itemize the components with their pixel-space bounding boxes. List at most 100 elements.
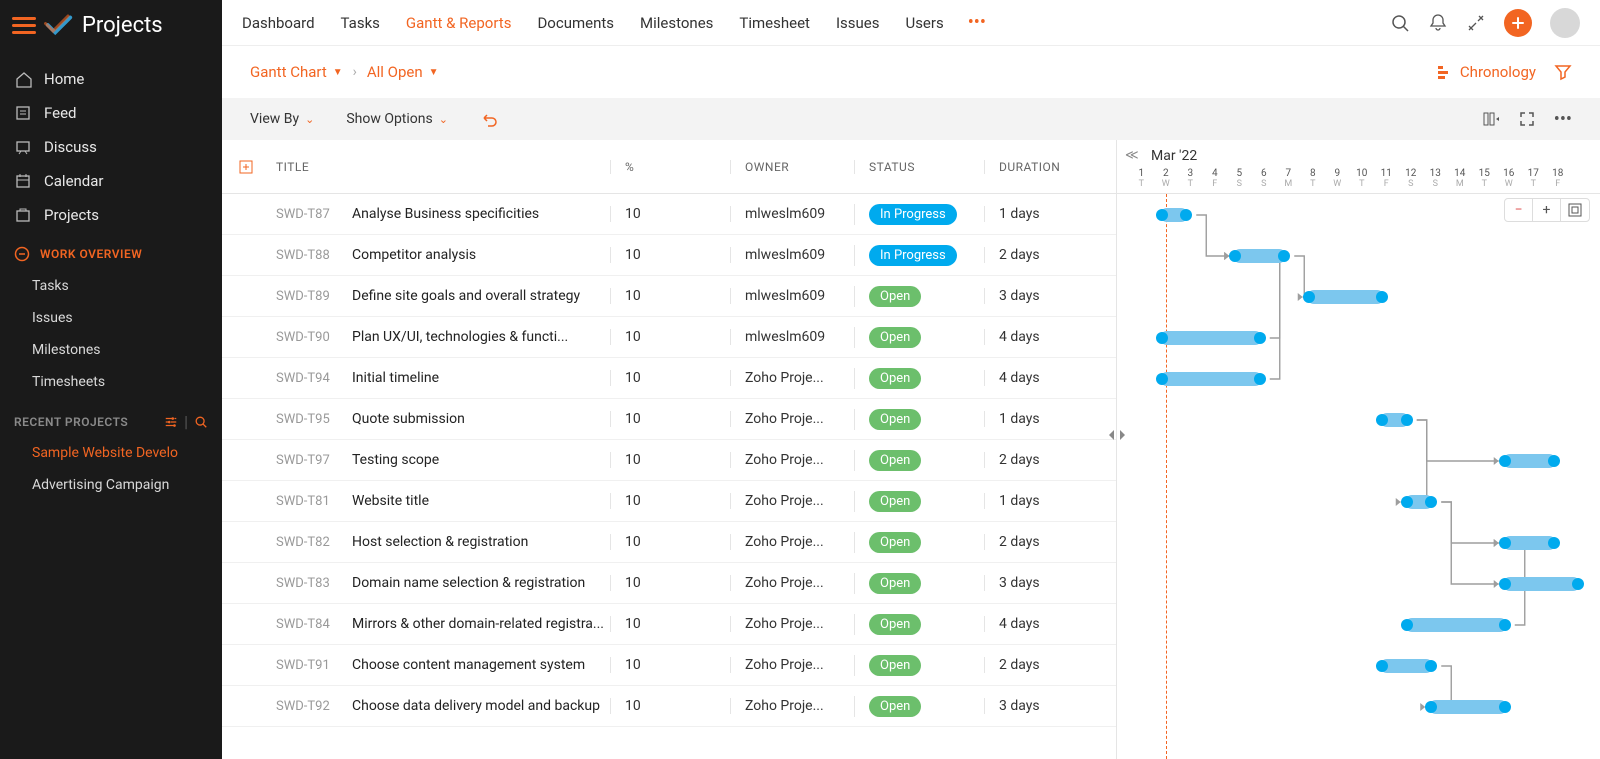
recent-project[interactable]: Sample Website Develo bbox=[0, 437, 222, 469]
view-by-dropdown[interactable]: View By ⌄ bbox=[250, 111, 314, 127]
work-overview-header[interactable]: WORK OVERVIEW bbox=[0, 232, 222, 270]
sidebar-header: Projects bbox=[0, 0, 222, 50]
col-owner-header[interactable]: OWNER bbox=[730, 160, 854, 174]
avatar[interactable] bbox=[1550, 8, 1580, 38]
nav-item-home[interactable]: Home bbox=[0, 62, 222, 96]
col-pct-header[interactable]: % bbox=[610, 160, 730, 174]
search-small-icon[interactable] bbox=[194, 415, 208, 429]
table-row[interactable]: SWD-T81Website title10Zoho Proje...Open1… bbox=[222, 481, 1116, 522]
table-row[interactable]: SWD-T89Define site goals and overall str… bbox=[222, 276, 1116, 317]
task-duration: 3 days bbox=[984, 698, 1104, 714]
gantt-bar[interactable] bbox=[1429, 700, 1507, 714]
gantt-bar[interactable] bbox=[1380, 659, 1433, 673]
filter-icon[interactable] bbox=[1554, 63, 1572, 81]
tab-tasks[interactable]: Tasks bbox=[341, 14, 380, 32]
nav-icon bbox=[14, 138, 32, 156]
status-badge: Open bbox=[869, 696, 921, 717]
expand-all-icon[interactable] bbox=[238, 159, 254, 175]
gantt-type-dropdown[interactable]: Gantt Chart ▼ bbox=[250, 63, 343, 81]
gantt-bar[interactable] bbox=[1160, 331, 1262, 345]
fullscreen-icon[interactable] bbox=[1518, 110, 1536, 128]
gantt-bar[interactable] bbox=[1503, 454, 1556, 468]
status-badge: Open bbox=[869, 327, 921, 348]
tab-issues[interactable]: Issues bbox=[836, 14, 880, 32]
zoom-in-button[interactable]: + bbox=[1533, 199, 1561, 221]
table-row[interactable]: SWD-T84Mirrors & other domain-related re… bbox=[222, 604, 1116, 645]
gantt-prev-icon[interactable]: ≪ bbox=[1125, 148, 1139, 163]
gantt-bar[interactable] bbox=[1405, 618, 1507, 632]
tab-documents[interactable]: Documents bbox=[537, 14, 614, 32]
table-row[interactable]: SWD-T83Domain name selection & registrat… bbox=[222, 563, 1116, 604]
collapse-cols-icon[interactable] bbox=[1482, 110, 1500, 128]
gantt-bar[interactable] bbox=[1503, 577, 1581, 591]
grid-body[interactable]: SWD-T87Analyse Business specificities10m… bbox=[222, 194, 1116, 759]
hamburger-icon[interactable] bbox=[12, 13, 36, 37]
search-icon[interactable] bbox=[1390, 13, 1410, 33]
gantt-body[interactable]: − + bbox=[1117, 194, 1600, 759]
show-options-dropdown[interactable]: Show Options ⌄ bbox=[346, 111, 448, 127]
chronology-button[interactable]: Chronology bbox=[1436, 63, 1536, 81]
add-button[interactable] bbox=[1504, 9, 1532, 37]
filter-dropdown[interactable]: All Open ▼ bbox=[367, 63, 439, 81]
col-title-header[interactable]: TITLE bbox=[270, 160, 610, 174]
tab-dashboard[interactable]: Dashboard bbox=[242, 14, 315, 32]
table-row[interactable]: SWD-T95Quote submission10Zoho Proje...Op… bbox=[222, 399, 1116, 440]
recent-project[interactable]: Advertising Campaign bbox=[0, 469, 222, 501]
table-row[interactable]: SWD-T82Host selection & registration10Zo… bbox=[222, 522, 1116, 563]
undo-icon[interactable] bbox=[480, 110, 498, 128]
task-grid: TITLE % OWNER STATUS DURATION SWD-T87Ana… bbox=[222, 140, 1117, 759]
gantt-bar[interactable] bbox=[1307, 290, 1385, 304]
gantt-bar[interactable] bbox=[1503, 536, 1556, 550]
task-owner: Zoho Proje... bbox=[730, 452, 854, 468]
nav-item-calendar[interactable]: Calendar bbox=[0, 164, 222, 198]
gantt-bar[interactable] bbox=[1380, 413, 1409, 427]
task-id: SWD-T92 bbox=[276, 699, 348, 714]
task-pct: 10 bbox=[610, 452, 730, 468]
bell-icon[interactable] bbox=[1428, 13, 1448, 33]
gantt-bar[interactable] bbox=[1405, 495, 1434, 509]
work-items: TasksIssuesMilestonesTimesheets bbox=[0, 270, 222, 398]
more-tabs-icon[interactable]: ••• bbox=[968, 12, 986, 33]
task-title: Competitor analysis bbox=[352, 247, 610, 263]
work-item-milestones[interactable]: Milestones bbox=[0, 334, 222, 366]
nav-item-projects[interactable]: Projects bbox=[0, 198, 222, 232]
table-row[interactable]: SWD-T92Choose data delivery model and ba… bbox=[222, 686, 1116, 727]
tab-users[interactable]: Users bbox=[905, 14, 943, 32]
tab-timesheet[interactable]: Timesheet bbox=[739, 14, 810, 32]
tab-milestones[interactable]: Milestones bbox=[640, 14, 713, 32]
task-title: Domain name selection & registration bbox=[352, 575, 610, 591]
col-status-header[interactable]: STATUS bbox=[854, 160, 984, 174]
fit-button[interactable] bbox=[1561, 199, 1589, 221]
status-badge: Open bbox=[869, 532, 921, 553]
work-item-issues[interactable]: Issues bbox=[0, 302, 222, 334]
col-duration-header[interactable]: DURATION bbox=[984, 160, 1104, 174]
tab-gantt-reports[interactable]: Gantt & Reports bbox=[406, 14, 512, 32]
more-options-icon[interactable]: ••• bbox=[1554, 109, 1572, 130]
task-duration: 1 days bbox=[984, 493, 1104, 509]
gantt-bar[interactable] bbox=[1160, 372, 1262, 386]
task-title: Initial timeline bbox=[352, 370, 610, 386]
status-badge: Open bbox=[869, 450, 921, 471]
nav-item-feed[interactable]: Feed bbox=[0, 96, 222, 130]
gantt-bar[interactable] bbox=[1160, 208, 1189, 222]
nav-item-discuss[interactable]: Discuss bbox=[0, 130, 222, 164]
task-duration: 1 days bbox=[984, 411, 1104, 427]
topnav-right bbox=[1390, 8, 1580, 38]
work-item-tasks[interactable]: Tasks bbox=[0, 270, 222, 302]
sliders-icon[interactable] bbox=[164, 415, 178, 429]
task-title: Testing scope bbox=[352, 452, 610, 468]
table-row[interactable]: SWD-T91Choose content management system1… bbox=[222, 645, 1116, 686]
table-row[interactable]: SWD-T87Analyse Business specificities10m… bbox=[222, 194, 1116, 235]
table-row[interactable]: SWD-T88Competitor analysis10mlweslm609In… bbox=[222, 235, 1116, 276]
gantt-bar[interactable] bbox=[1233, 249, 1286, 263]
work-item-timesheets[interactable]: Timesheets bbox=[0, 366, 222, 398]
today-line bbox=[1166, 194, 1167, 759]
gantt-day: 3T bbox=[1178, 168, 1203, 189]
zoom-out-button[interactable]: − bbox=[1505, 199, 1533, 221]
table-row[interactable]: SWD-T90Plan UX/UI, technologies & functi… bbox=[222, 317, 1116, 358]
table-row[interactable]: SWD-T97Testing scope10Zoho Proje...Open2… bbox=[222, 440, 1116, 481]
grid-header: TITLE % OWNER STATUS DURATION bbox=[222, 140, 1116, 194]
task-owner: mlweslm609 bbox=[730, 206, 854, 222]
tools-icon[interactable] bbox=[1466, 13, 1486, 33]
table-row[interactable]: SWD-T94Initial timeline10Zoho Proje...Op… bbox=[222, 358, 1116, 399]
